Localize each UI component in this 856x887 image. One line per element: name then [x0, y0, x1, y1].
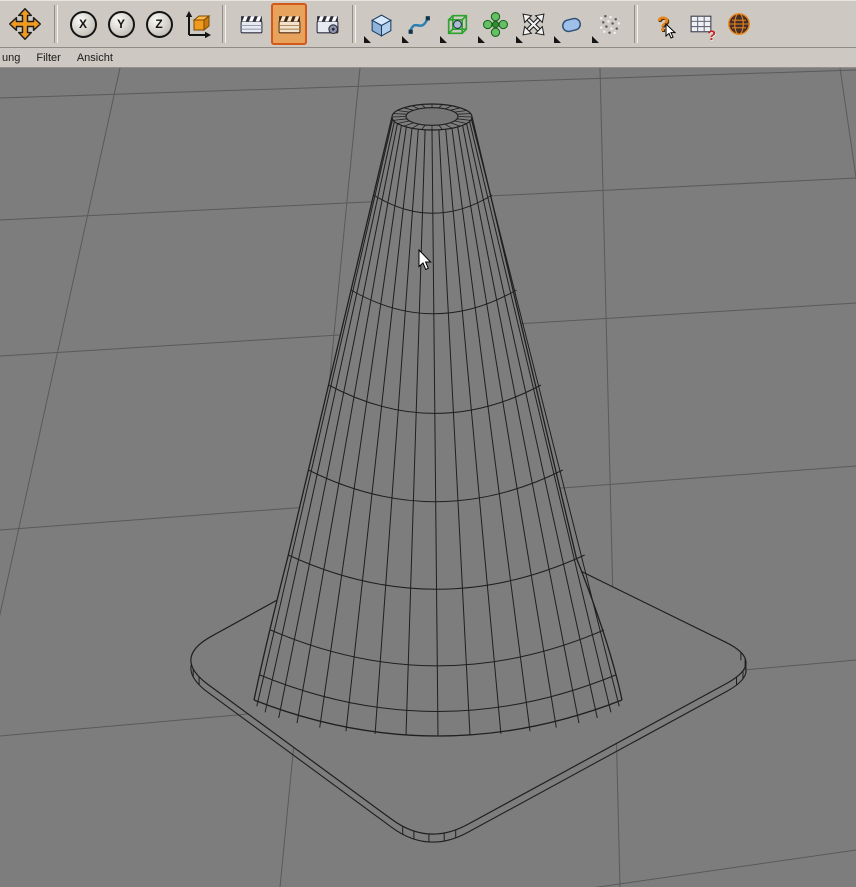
lock-z-axis-button[interactable]: Z	[141, 3, 177, 45]
render-view-icon	[240, 15, 262, 33]
add-deformer-object-button[interactable]	[515, 3, 551, 45]
add-cube-object-button[interactable]	[363, 3, 399, 45]
viewport-menubar: ung Filter Ansicht	[0, 48, 856, 68]
nurbs-cage-icon	[447, 14, 467, 34]
y-axis-label: Y	[116, 16, 125, 31]
add-array-object-button[interactable]	[477, 3, 513, 45]
cone-body	[254, 104, 622, 736]
render-settings-button[interactable]	[309, 3, 345, 45]
menu-item-ansicht[interactable]: Ansicht	[77, 52, 113, 64]
environment-icon	[561, 17, 581, 32]
spline-icon	[408, 15, 430, 34]
add-particles-object-button[interactable]	[591, 3, 627, 45]
command-reference-button[interactable]: ?	[683, 3, 719, 45]
add-nurbs-object-button[interactable]	[439, 3, 475, 45]
toolbar-separator	[54, 5, 58, 43]
render-picture-viewer-button[interactable]	[271, 3, 307, 45]
y-axis-icon: Y	[107, 10, 135, 38]
x-axis-icon: X	[69, 10, 97, 38]
context-help-button[interactable]: ?	[645, 3, 681, 45]
red-question-mark-icon: ?	[707, 27, 716, 43]
particles-icon	[599, 14, 620, 34]
traffic-cone-wireframe	[253, 103, 623, 737]
online-help-button[interactable]	[721, 3, 757, 45]
render-view-button[interactable]	[233, 3, 269, 45]
add-spline-object-button[interactable]	[401, 3, 437, 45]
lock-y-axis-button[interactable]: Y	[103, 3, 139, 45]
coordinate-system-button[interactable]	[179, 3, 215, 45]
array-icon	[482, 11, 508, 37]
viewport-3d[interactable]	[0, 68, 856, 887]
move-tool-icon	[8, 7, 42, 41]
menu-item-truncated[interactable]: ung	[2, 52, 20, 64]
z-axis-label: Z	[155, 16, 163, 31]
toolbar-separator	[352, 5, 356, 43]
add-environment-object-button[interactable]	[553, 3, 589, 45]
main-toolbar: X Y Z ? ?	[0, 0, 856, 48]
coordinate-system-icon	[185, 11, 211, 39]
lock-x-axis-button[interactable]: X	[65, 3, 101, 45]
move-tool-button[interactable]	[3, 3, 47, 45]
cube-icon	[370, 14, 392, 37]
menu-item-filter[interactable]: Filter	[36, 52, 60, 64]
render-settings-icon	[316, 15, 338, 34]
cone-top-rim-inner	[405, 107, 459, 126]
cursor-icon	[665, 23, 677, 39]
globe-icon	[728, 13, 750, 35]
render-picture-viewer-icon	[278, 15, 300, 33]
viewport-canvas[interactable]	[0, 68, 856, 887]
toolbar-separator	[634, 5, 638, 43]
z-axis-icon: Z	[145, 10, 173, 38]
x-axis-label: X	[78, 16, 87, 31]
toolbar-separator	[222, 5, 226, 43]
deformer-arrows-icon	[521, 12, 545, 36]
